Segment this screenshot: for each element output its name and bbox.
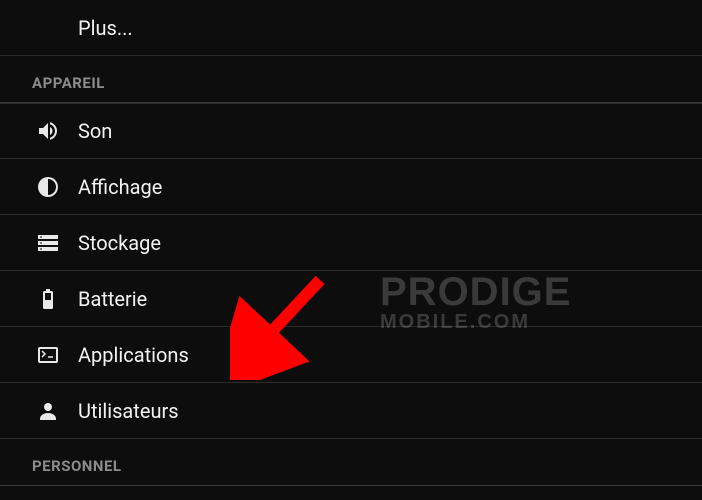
display-icon [36,175,60,199]
settings-item-label: Affichage [78,175,162,199]
sound-icon [36,119,60,143]
settings-item-storage[interactable]: Stockage [0,215,702,271]
settings-item-more[interactable]: Plus... [0,0,702,56]
settings-item-display[interactable]: Affichage [0,159,702,215]
settings-screen: Plus... APPAREIL Son Affichage Stockage … [0,0,702,500]
settings-item-label: Applications [78,343,189,367]
settings-item-label: Plus... [78,16,133,40]
users-icon [36,399,60,423]
settings-item-battery[interactable]: Batterie [0,271,702,327]
section-header-appareil: APPAREIL [0,56,702,103]
settings-item-applications[interactable]: Applications [0,327,702,383]
settings-item-label: Son [78,119,112,143]
settings-item-label: Batterie [78,287,147,311]
battery-icon [36,287,60,311]
storage-icon [36,231,60,255]
section-header-personnel: PERSONNEL [0,439,702,486]
settings-item-sound[interactable]: Son [0,103,702,159]
settings-item-users[interactable]: Utilisateurs [0,383,702,439]
apps-icon [36,343,60,367]
settings-item-label: Stockage [78,231,161,255]
settings-item-label: Utilisateurs [78,399,179,423]
